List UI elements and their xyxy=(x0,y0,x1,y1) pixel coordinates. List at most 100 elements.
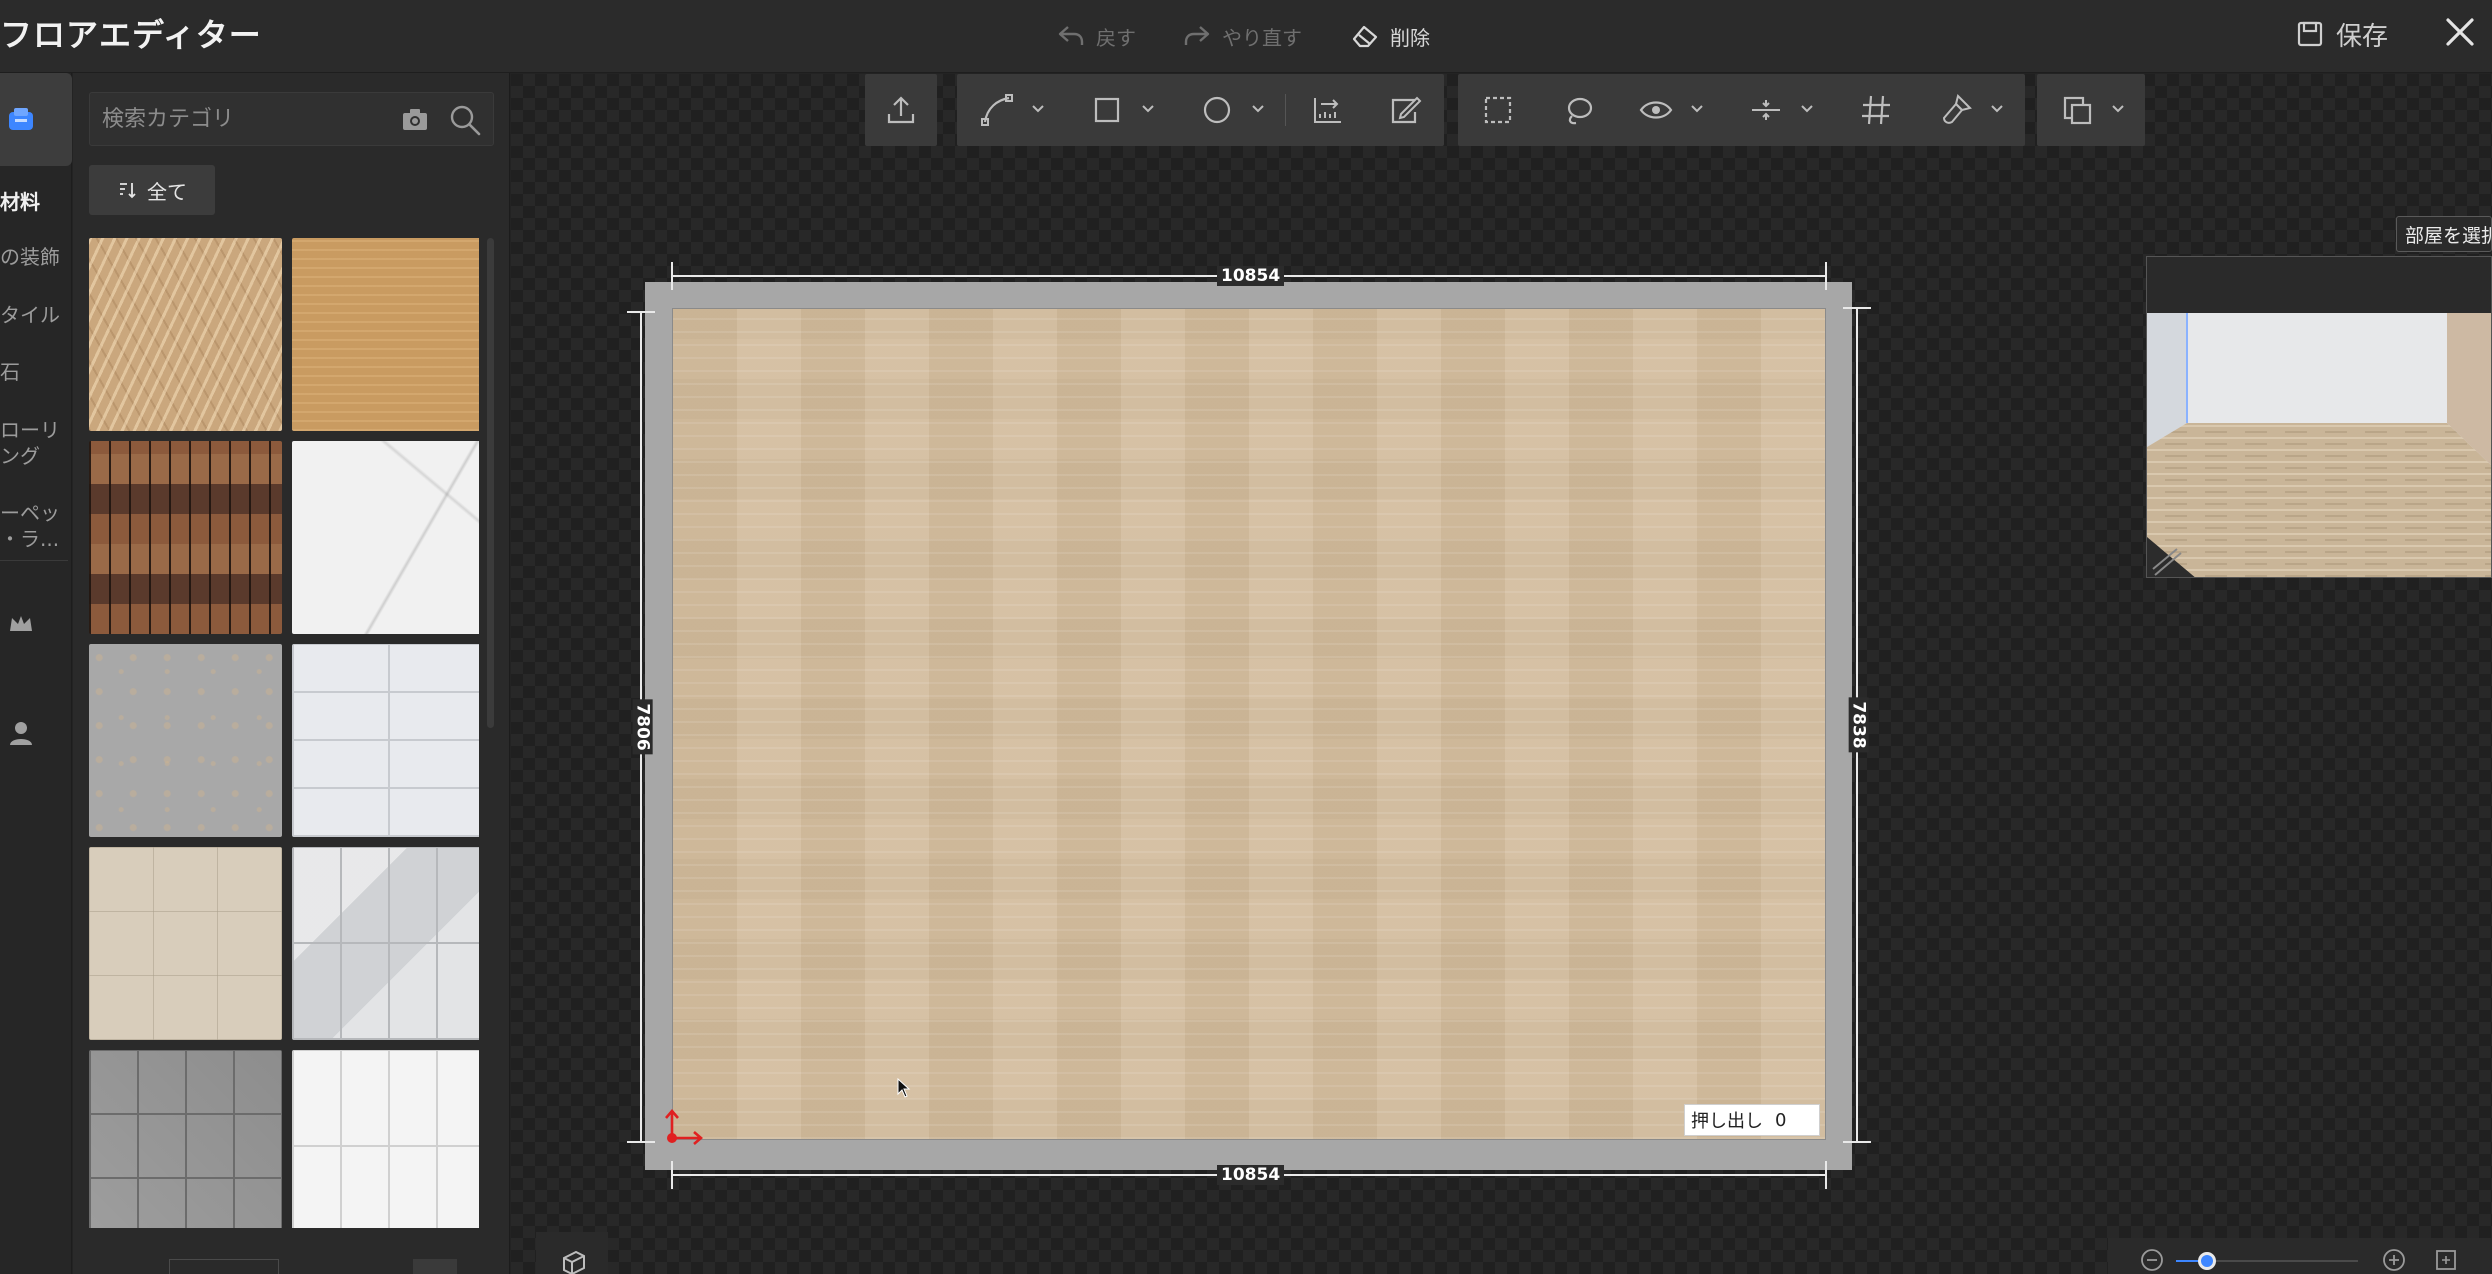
material-tile-tropical-leaf[interactable] xyxy=(89,238,282,431)
dimension-tick xyxy=(1843,1141,1871,1143)
zoom-control xyxy=(2108,1238,2492,1274)
ruler-tool[interactable] xyxy=(1307,90,1347,130)
rail-category-tile[interactable]: タイル xyxy=(0,302,60,328)
paint-brush-icon xyxy=(1942,94,1972,124)
grid-tool[interactable] xyxy=(1856,90,1896,130)
rail-category-flooring-line2[interactable]: ング xyxy=(0,443,40,469)
search-input[interactable] xyxy=(102,93,352,145)
zoom-slider-thumb[interactable] xyxy=(2197,1252,2216,1270)
origin-axis-icon xyxy=(665,1109,703,1145)
rail-material-tab[interactable] xyxy=(0,73,72,166)
edit-area-icon xyxy=(1391,96,1422,124)
delete-label: 削除 xyxy=(1390,25,1430,50)
chevron-down-icon xyxy=(1991,105,2003,113)
rail-category-stone[interactable]: 石 xyxy=(0,359,20,385)
chevron-down-icon xyxy=(1142,105,1154,113)
extrude-value[interactable]: 0 xyxy=(1775,1110,1786,1131)
lasso-tool[interactable] xyxy=(1558,90,1598,130)
select-room-button[interactable]: 部屋を選択 xyxy=(2396,216,2492,252)
crown-icon[interactable] xyxy=(6,609,36,639)
rail-category-decoration[interactable]: の装飾 xyxy=(0,244,60,270)
ruler-icon xyxy=(1314,98,1341,123)
zoom-slider[interactable] xyxy=(2176,1252,2358,1270)
filter-all-button[interactable]: 全て xyxy=(89,165,215,215)
fit-screen-icon[interactable] xyxy=(2434,1248,2458,1272)
chevron-down-icon xyxy=(1801,105,1813,113)
dimension-tick xyxy=(671,1161,673,1189)
room-3d-preview[interactable] xyxy=(2146,256,2492,578)
save-button[interactable]: 保存 xyxy=(2296,14,2388,54)
room-3d-render xyxy=(2147,257,2491,577)
material-icon xyxy=(9,108,33,130)
dimension-label-right[interactable]: 7838 xyxy=(1848,697,1869,753)
toolbar-separator xyxy=(1285,94,1286,126)
top-bar: フロアエディター 戻す やり直す 削除 保存 xyxy=(0,0,2492,73)
dimension-tick xyxy=(1843,307,1871,309)
material-tile-white-square[interactable] xyxy=(292,644,479,837)
chevron-down-icon xyxy=(1032,105,1044,113)
undo-button[interactable]: 戻す xyxy=(1056,16,1136,56)
panel-scroll-button[interactable] xyxy=(413,1259,457,1274)
dimension-label-bottom[interactable]: 10854 xyxy=(1217,1165,1285,1185)
room-floor[interactable] xyxy=(672,308,1826,1140)
dimension-tick xyxy=(1825,262,1827,290)
category-rail: 材料 の装飾 タイル 石 ローリ ング ーペッ ・ラ... xyxy=(0,73,72,1274)
material-tile-rustic-brick[interactable] xyxy=(89,441,282,634)
material-tile-beige-square[interactable] xyxy=(89,847,282,1040)
align-tool[interactable] xyxy=(1746,90,1826,130)
save-icon xyxy=(2297,21,2323,47)
search-icon[interactable] xyxy=(448,103,482,137)
upload-button[interactable] xyxy=(881,90,921,130)
copy-icon xyxy=(2063,96,2092,125)
toolbar-group-upload xyxy=(865,74,937,146)
redo-icon xyxy=(1184,26,1210,45)
camera-icon[interactable] xyxy=(400,105,430,133)
material-tile-grey-marble[interactable] xyxy=(292,847,479,1040)
extrude-field[interactable]: 押し出し 0 xyxy=(1684,1104,1820,1136)
view-3d-toggle[interactable] xyxy=(536,1232,608,1274)
copy-tool[interactable] xyxy=(2057,90,2137,130)
zoom-in-icon[interactable] xyxy=(2382,1248,2406,1272)
material-tile-white-marble[interactable] xyxy=(292,441,479,634)
rail-category-carpet-line2[interactable]: ・ラ... xyxy=(0,526,59,552)
select-region-tool[interactable] xyxy=(1478,90,1518,130)
material-tile-light-oak[interactable] xyxy=(292,238,479,431)
paint-tool[interactable] xyxy=(1936,90,2016,130)
close-icon xyxy=(2446,18,2474,46)
undo-label: 戻す xyxy=(1096,25,1136,50)
panel-page-tab[interactable] xyxy=(169,1259,279,1274)
select-region-icon xyxy=(1484,96,1512,124)
toolbar-group-draw xyxy=(957,74,1444,146)
edit-area-tool[interactable] xyxy=(1385,90,1425,130)
panel-scrollbar[interactable] xyxy=(487,238,494,728)
pen-curve-icon xyxy=(981,94,1013,126)
user-icon[interactable] xyxy=(6,718,36,748)
eraser-icon xyxy=(1352,25,1378,48)
rectangle-icon xyxy=(1094,97,1120,123)
redo-button[interactable]: やり直す xyxy=(1182,16,1302,56)
rail-category-carpet-line1[interactable]: ーペッ xyxy=(0,500,60,526)
material-panel: 全て xyxy=(73,73,510,1274)
grid-icon xyxy=(1862,95,1890,125)
material-tile-dark-grey-stone[interactable] xyxy=(89,1050,282,1228)
close-button[interactable] xyxy=(2440,12,2480,52)
filter-all-label: 全て xyxy=(147,179,187,204)
mouse-cursor-icon xyxy=(897,1078,911,1098)
rail-category-flooring-line1[interactable]: ローリ xyxy=(0,417,60,443)
pen-curve-tool[interactable] xyxy=(977,90,1057,130)
align-icon xyxy=(1752,100,1780,120)
dimension-label-top[interactable]: 10854 xyxy=(1217,266,1285,286)
dimension-label-left[interactable]: 7806 xyxy=(632,699,653,755)
material-tile-white-ceramic[interactable] xyxy=(292,1050,479,1228)
save-label: 保存 xyxy=(2336,21,2389,52)
rail-category-material[interactable]: 材料 xyxy=(0,189,40,215)
material-tile-grey-terrazzo[interactable] xyxy=(89,644,282,837)
visibility-tool[interactable] xyxy=(1636,90,1716,130)
cube-icon xyxy=(563,1250,585,1274)
toolbar-group-copy xyxy=(2037,74,2145,146)
circle-tool[interactable] xyxy=(1197,90,1277,130)
floor-editor-app: フロアエディター 戻す やり直す 削除 保存 材料 の装飾 タイル 石 ローリ xyxy=(0,0,2492,1274)
delete-button[interactable]: 削除 xyxy=(1350,16,1430,56)
rectangle-tool[interactable] xyxy=(1087,90,1167,130)
zoom-out-icon[interactable] xyxy=(2140,1248,2164,1272)
